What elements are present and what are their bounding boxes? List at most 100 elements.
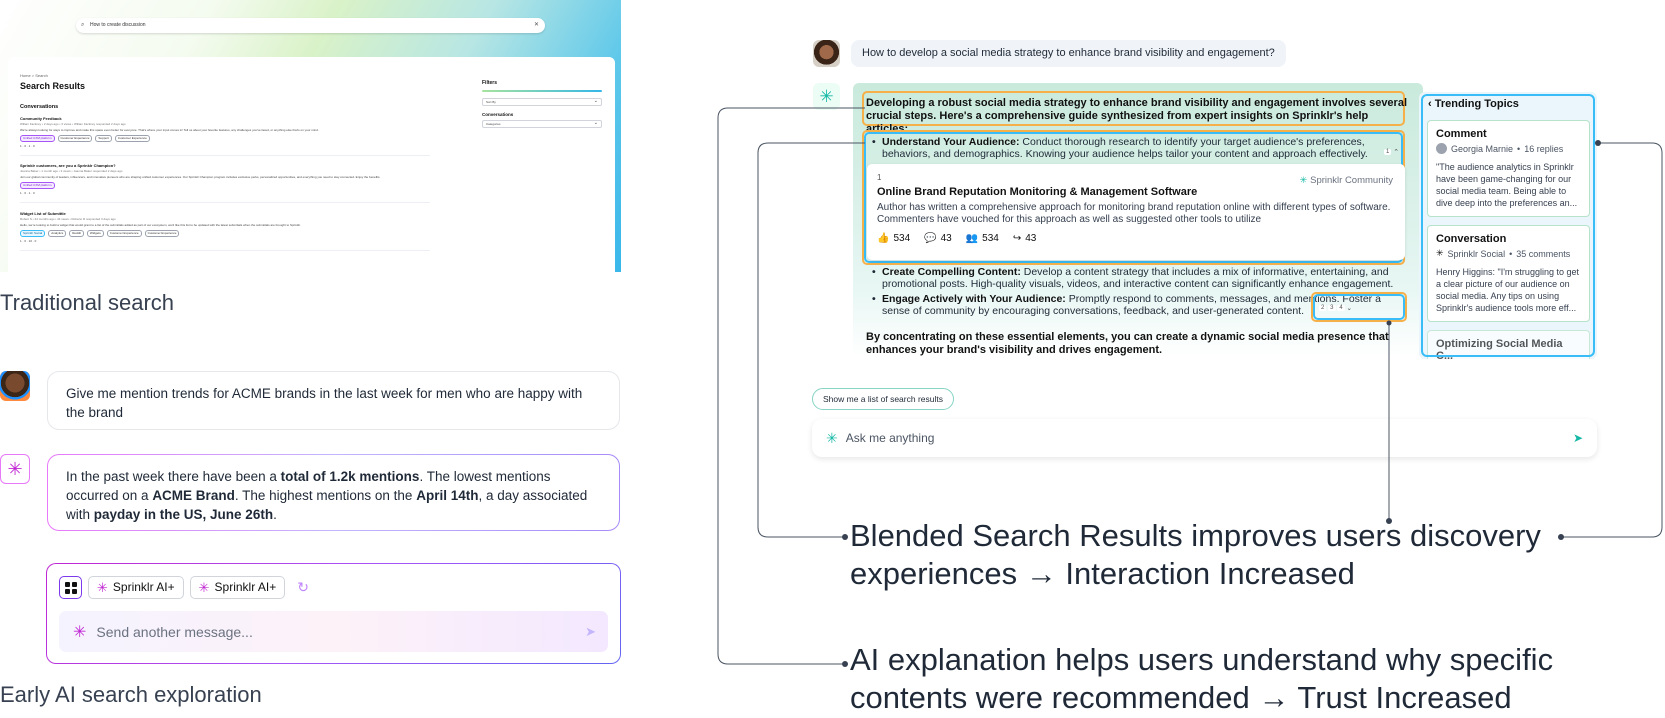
connector-dot	[842, 534, 848, 540]
filters-divider	[482, 90, 602, 92]
ai-sparkle-icon: ✳	[813, 83, 840, 110]
sparkle-icon: ✳	[198, 580, 210, 595]
chip-label: Sprinklr AI+	[112, 580, 175, 594]
result-title[interactable]: Sprinklr customers, are you a Sprinklr C…	[20, 163, 430, 168]
citation-toggle[interactable]: 1 ⌃	[1384, 148, 1399, 156]
citation-number[interactable]: 4	[1337, 305, 1345, 312]
message-input-placeholder: Send another message...	[96, 623, 253, 640]
connector-dot	[1558, 534, 1564, 540]
ai-text: .	[273, 507, 277, 522]
tag[interactable]: Support	[95, 135, 112, 142]
show-search-results-button[interactable]: Show me a list of search results	[812, 388, 954, 410]
connector-line	[757, 142, 865, 538]
members-count: 534	[982, 233, 999, 244]
tag[interactable]: Unified CXM platform	[20, 135, 55, 142]
page-title: Search Results	[20, 81, 86, 91]
ai-highlight: total of 1.2k mentions	[280, 469, 420, 484]
sort-select[interactable]: Sort By	[482, 98, 602, 106]
user-message: Give me mention trends for ACME brands i…	[47, 371, 620, 430]
breadcrumb: Home > Search	[20, 73, 48, 78]
chevron-down-icon[interactable]: ⌄	[1346, 305, 1351, 312]
ai-highlight: ACME Brand	[152, 488, 235, 503]
ai-highlight: April 14th	[416, 488, 479, 503]
tag[interactable]: Customer Experience	[114, 135, 150, 142]
result-item[interactable]: Widget List of Submittle Robert S • 44 m…	[20, 211, 430, 251]
result-title[interactable]: Widget List of Submittle	[20, 211, 430, 216]
ai-text: . The highest mentions on the	[234, 488, 417, 503]
early-ai-caption: Early AI search exploration	[0, 682, 262, 707]
annotation-line: AI explanation helps users understand wh…	[850, 642, 1554, 677]
apps-grid-button[interactable]	[59, 576, 82, 599]
shares-count: 43	[1025, 233, 1037, 244]
result-description: Hello, we're looking to build a widget t…	[20, 223, 301, 227]
citation-toggle[interactable]: 2 3 4 ⌄	[1319, 304, 1352, 312]
source-brand-name: Sprinklr Community	[1310, 175, 1393, 186]
result-item[interactable]: Sprinklr customers, are you a Sprinklr C…	[20, 163, 430, 203]
annotation-line: Blended Search Results improves users di…	[850, 518, 1541, 553]
ask-input[interactable]: ✳ Ask me anything ➤	[812, 419, 1597, 457]
source-title[interactable]: Online Brand Reputation Monitoring & Man…	[877, 186, 1395, 198]
filters-title: Filters	[482, 80, 498, 86]
section-title: Conversations	[20, 104, 59, 110]
likes-count: 534	[893, 233, 911, 244]
ai-text: In the past week there have been a	[66, 469, 281, 484]
result-description: Join our global community of leaders, in…	[20, 175, 381, 179]
traditional-search-screenshot: ⌕ How to create discussion ✕ Home > Sear…	[0, 0, 621, 272]
sparkle-icon: ✳	[97, 580, 108, 595]
send-icon[interactable]: ➤	[1573, 431, 1583, 445]
thumbs-up-icon: 👍	[877, 233, 890, 244]
filters-panel: Filters Sort By Conversations Categories	[482, 80, 602, 128]
sprinklr-logo-icon: ✳	[1299, 175, 1308, 185]
share-icon: ↪	[1012, 233, 1022, 244]
result-meta: Robert S • 44 months ago • 44 views • Ro…	[20, 217, 116, 221]
answer-conclusion: By concentrating on these essential elem…	[866, 331, 1389, 356]
result-title[interactable]: Community Feedback	[20, 116, 430, 121]
search-input[interactable]: ⌕ How to create discussion ✕	[76, 18, 545, 33]
citation-number[interactable]: 1	[1384, 149, 1392, 156]
refresh-icon[interactable]: ↻	[297, 579, 309, 596]
search-results-card: Home > Search Search Results Conversatio…	[8, 57, 615, 272]
source-card[interactable]: 1 ✳ Sprinklr Community Online Brand Reput…	[867, 164, 1405, 260]
bullet-heading: Understand Your Audience:	[882, 136, 1020, 148]
result-description: We're always looking for ways to improve…	[20, 128, 319, 132]
categories-select[interactable]: Categories	[482, 120, 602, 128]
sparkle-icon: ✳	[826, 429, 838, 446]
traditional-search-caption: Traditional search	[0, 290, 175, 315]
message-input[interactable]: ✳ Send another message... ➤	[59, 611, 608, 652]
tag[interactable]: Customer Experience	[106, 230, 142, 237]
annotation-trust: AI explanation helps users understand wh…	[850, 641, 1553, 717]
likes-stat: 👍 534	[877, 233, 910, 244]
source-description: Author has written a comprehensive appro…	[877, 202, 1391, 225]
result-stats: 1 · 0 · 10 · 0	[20, 239, 37, 243]
grid-icon	[64, 581, 77, 594]
result-stats: 1 · 0 · 1 · 0	[20, 191, 35, 195]
user-question: How to develop a social media strategy t…	[851, 40, 1286, 67]
tag[interactable]: Unified CXM platform	[20, 182, 55, 189]
ai-chip[interactable]: ✳ Sprinklr AI+	[88, 576, 184, 599]
result-meta: Joanna Baker • 1 month ago • 3 views • J…	[20, 169, 123, 173]
bullet-heading: Create Compelling Content:	[882, 266, 1021, 278]
tag[interactable]: Sprinklr Social	[20, 230, 46, 237]
citation-number[interactable]: 3	[1328, 305, 1336, 312]
ai-chip[interactable]: ✳ Sprinklr AI+	[189, 576, 286, 599]
answer-bullet: Understand Your Audience: Conduct thorou…	[872, 136, 1402, 160]
tag[interactable]: Customer Experience	[144, 230, 180, 237]
tag[interactable]: Customer Experience	[57, 135, 93, 142]
chip-label: Sprinklr AI+	[214, 580, 277, 594]
send-icon[interactable]: ➤	[585, 624, 596, 640]
clear-icon[interactable]: ✕	[534, 18, 539, 33]
members-stat: 👥 534	[966, 233, 999, 244]
answer-bullet: Create Compelling Content: Develop a con…	[872, 266, 1402, 290]
tag[interactable]: Reddit	[69, 230, 84, 237]
annotation-discovery: Blended Search Results improves users di…	[850, 517, 1541, 593]
comments-stat: 💬 43	[924, 233, 952, 244]
tag[interactable]: Widgets	[86, 230, 104, 237]
result-item[interactable]: Community Feedback Willam Fackney • 2 da…	[20, 116, 430, 156]
chevron-up-icon[interactable]: ⌃	[1393, 149, 1399, 156]
tag[interactable]: Analytics	[48, 230, 67, 237]
annotation-line: experiences → Interaction Increased	[850, 556, 1355, 591]
comments-count: 43	[940, 233, 952, 244]
shares-stat: ↪ 43	[1013, 233, 1037, 244]
user-avatar	[813, 40, 840, 67]
citation-number[interactable]: 2	[1319, 305, 1327, 312]
